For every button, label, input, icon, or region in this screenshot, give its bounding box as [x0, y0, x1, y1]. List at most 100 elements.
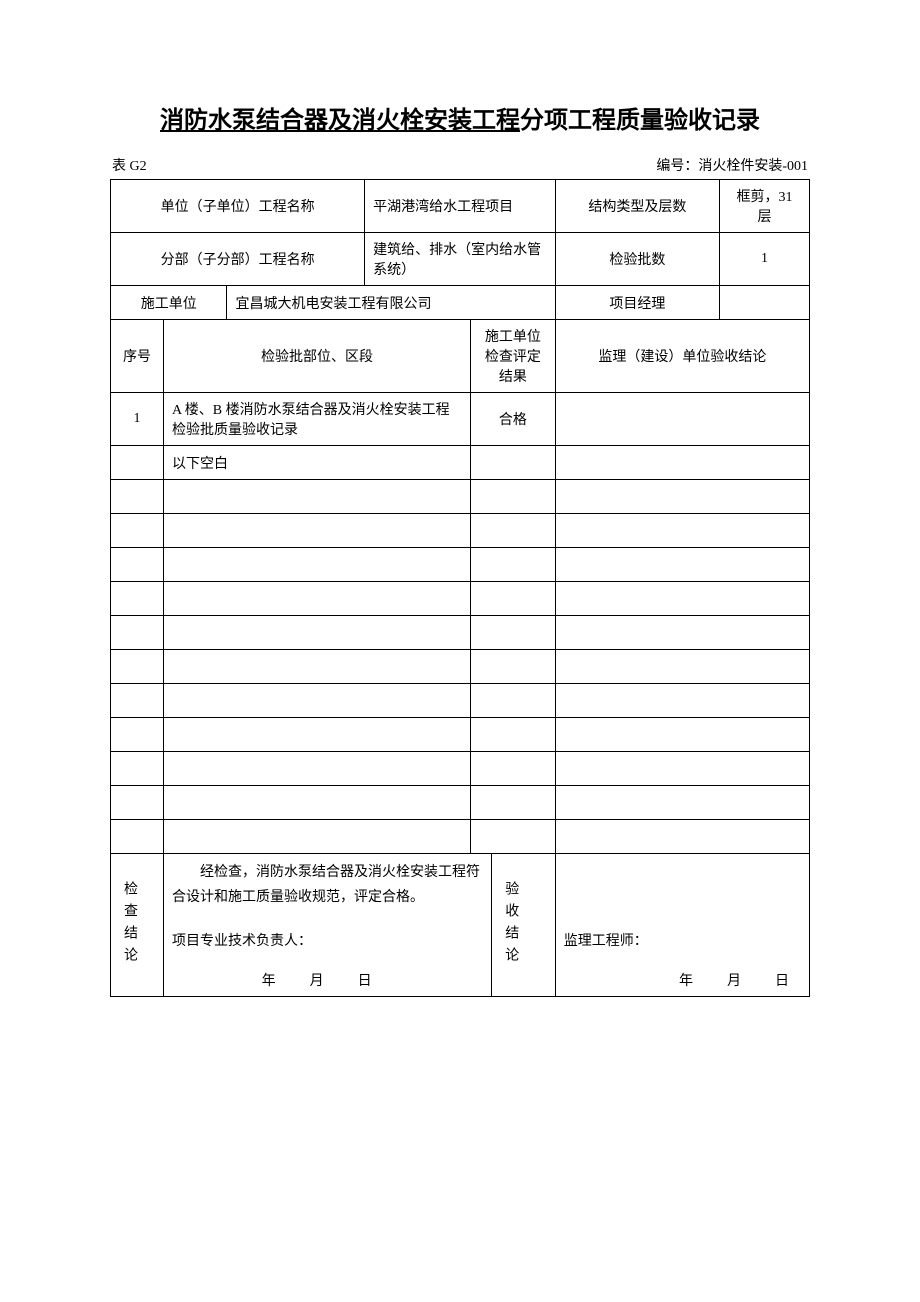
cell-seq — [111, 480, 164, 514]
project-manager-value — [719, 286, 809, 320]
data-row — [111, 480, 810, 514]
cell-construction-result — [471, 820, 556, 854]
unit-project-label: 单位（子单位）工程名称 — [111, 180, 365, 233]
cell-seq — [111, 650, 164, 684]
cell-construction-result — [471, 548, 556, 582]
cell-seq — [111, 446, 164, 480]
accept-date-line: 年 月 日 — [564, 970, 801, 990]
serial-number: 编号：消火栓件安装-001 — [656, 155, 808, 175]
cell-supervisor-result — [555, 616, 809, 650]
cell-seq — [111, 718, 164, 752]
column-headers: 序号 检验批部位、区段 施工单位检查评定结果 监理（建设）单位验收结论 — [111, 320, 810, 393]
inspection-batch-value: 1 — [719, 233, 809, 286]
title-underlined: 消防水泵结合器及消火栓安装工程 — [160, 108, 520, 134]
col-supervisor-result: 监理（建设）单位验收结论 — [555, 320, 809, 393]
structure-type-label: 结构类型及层数 — [555, 180, 719, 233]
cell-section — [163, 582, 470, 616]
cell-supervisor-result — [555, 752, 809, 786]
cell-construction-result — [471, 514, 556, 548]
data-row — [111, 820, 810, 854]
cell-construction-result: 合格 — [471, 393, 556, 446]
data-row — [111, 786, 810, 820]
cell-seq: 1 — [111, 393, 164, 446]
construction-unit-label: 施工单位 — [111, 286, 227, 320]
col-seq: 序号 — [111, 320, 164, 393]
sub-project-label: 分部（子分部）工程名称 — [111, 233, 365, 286]
data-row — [111, 582, 810, 616]
check-conclusion-body: 经检查，消防水泵结合器及消火栓安装工程符合设计和施工质量验收规范，评定合格。 项… — [163, 854, 491, 997]
data-row — [111, 752, 810, 786]
cell-section: 以下空白 — [163, 446, 470, 480]
acceptance-table: 单位（子单位）工程名称 平湖港湾给水工程项目 结构类型及层数 框剪，31 层 分… — [110, 179, 810, 997]
cell-section — [163, 786, 470, 820]
cell-section — [163, 718, 470, 752]
cell-supervisor-result — [555, 820, 809, 854]
data-row — [111, 616, 810, 650]
cell-section — [163, 650, 470, 684]
cell-seq — [111, 752, 164, 786]
header-row-3: 施工单位 宜昌城大机电安装工程有限公司 项目经理 — [111, 286, 810, 320]
cell-supervisor-result — [555, 684, 809, 718]
cell-construction-result — [471, 718, 556, 752]
accept-conclusion-body: 监理工程师： 年 月 日 — [555, 854, 809, 997]
cell-supervisor-result — [555, 480, 809, 514]
unit-project-value: 平湖港湾给水工程项目 — [365, 180, 556, 233]
cell-construction-result — [471, 786, 556, 820]
cell-section — [163, 480, 470, 514]
cell-construction-result — [471, 752, 556, 786]
cell-section: A 楼、B 楼消防水泵结合器及消火栓安装工程检验批质量验收记录 — [163, 393, 470, 446]
data-row: 以下空白 — [111, 446, 810, 480]
cell-supervisor-result — [555, 718, 809, 752]
accept-signer-label: 监理工程师： — [564, 930, 801, 950]
cell-supervisor-result — [555, 514, 809, 548]
data-row — [111, 684, 810, 718]
page-title: 消防水泵结合器及消火栓安装工程分项工程质量验收记录 — [110, 100, 810, 135]
cell-supervisor-result — [555, 582, 809, 616]
construction-unit-value: 宜昌城大机电安装工程有限公司 — [227, 286, 555, 320]
cell-seq — [111, 616, 164, 650]
check-signer-label: 项目专业技术负责人： — [172, 930, 483, 950]
cell-seq — [111, 548, 164, 582]
cell-seq — [111, 820, 164, 854]
cell-construction-result — [471, 582, 556, 616]
header-row-1: 单位（子单位）工程名称 平湖港湾给水工程项目 结构类型及层数 框剪，31 层 — [111, 180, 810, 233]
form-code: 表 G2 — [112, 155, 147, 175]
inspection-batch-label: 检验批数 — [555, 233, 719, 286]
cell-construction-result — [471, 446, 556, 480]
cell-supervisor-result — [555, 786, 809, 820]
cell-section — [163, 548, 470, 582]
data-row — [111, 718, 810, 752]
col-section: 检验批部位、区段 — [163, 320, 470, 393]
accept-conclusion-label: 验收结论 — [492, 854, 556, 997]
data-row — [111, 650, 810, 684]
cell-section — [163, 820, 470, 854]
cell-section — [163, 616, 470, 650]
cell-supervisor-result — [555, 393, 809, 446]
data-row: 1 A 楼、B 楼消防水泵结合器及消火栓安装工程检验批质量验收记录 合格 — [111, 393, 810, 446]
cell-section — [163, 752, 470, 786]
data-row — [111, 548, 810, 582]
header-row-2: 分部（子分部）工程名称 建筑给、排水（室内给水管系统） 检验批数 1 — [111, 233, 810, 286]
cell-seq — [111, 514, 164, 548]
data-row — [111, 514, 810, 548]
cell-construction-result — [471, 480, 556, 514]
cell-construction-result — [471, 684, 556, 718]
meta-row: 表 G2 编号：消火栓件安装-001 — [110, 155, 810, 175]
cell-construction-result — [471, 616, 556, 650]
check-conclusion-label: 检查结论 — [111, 854, 164, 997]
cell-section — [163, 684, 470, 718]
project-manager-label: 项目经理 — [555, 286, 719, 320]
check-conclusion-text: 经检查，消防水泵结合器及消火栓安装工程符合设计和施工质量验收规范，评定合格。 — [172, 860, 483, 910]
cell-supervisor-result — [555, 650, 809, 684]
cell-seq — [111, 684, 164, 718]
col-construction-result: 施工单位检查评定结果 — [471, 320, 556, 393]
cell-seq — [111, 786, 164, 820]
check-date-line: 年 月 日 — [172, 970, 483, 990]
title-plain: 分项工程质量验收记录 — [520, 108, 760, 134]
structure-type-value: 框剪，31 层 — [719, 180, 809, 233]
cell-supervisor-result — [555, 446, 809, 480]
cell-section — [163, 514, 470, 548]
cell-construction-result — [471, 650, 556, 684]
cell-seq — [111, 582, 164, 616]
cell-supervisor-result — [555, 548, 809, 582]
